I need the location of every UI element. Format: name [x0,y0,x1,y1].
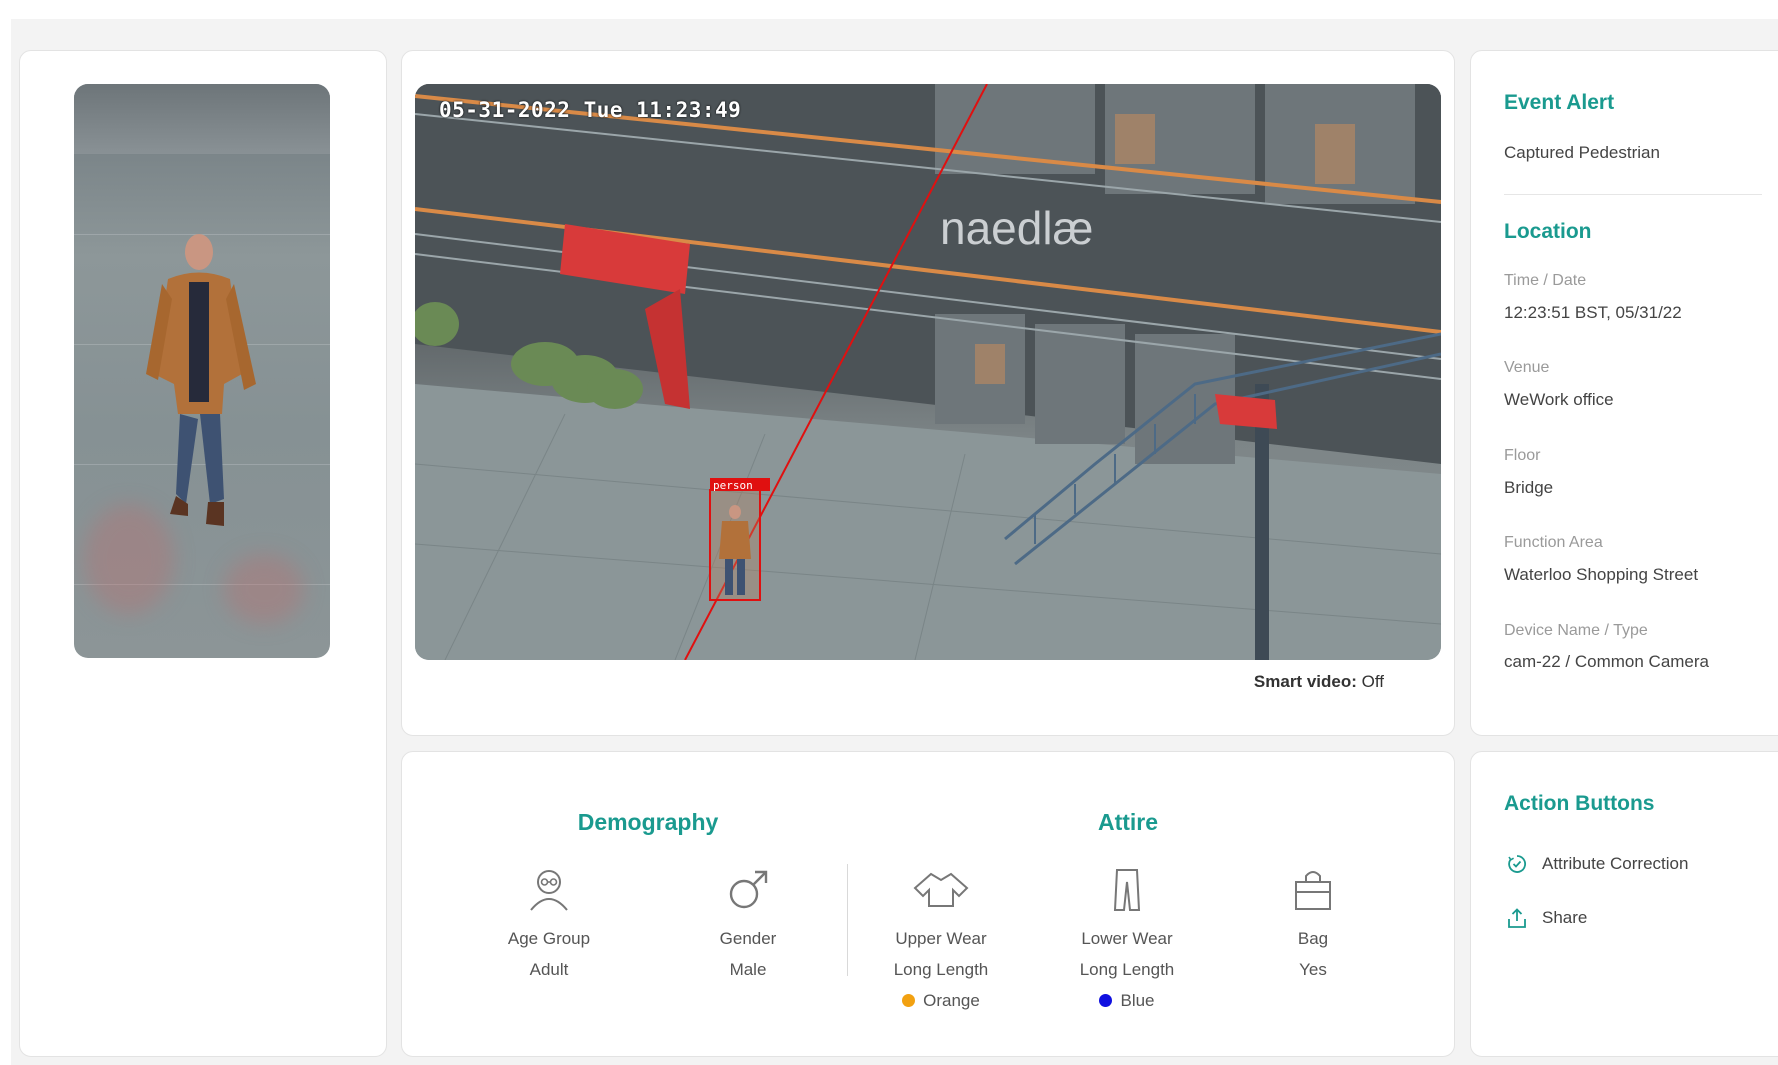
age-group-label: Age Group [507,929,591,948]
floor-label: Floor [1504,447,1541,464]
time-date-label: Time / Date [1504,272,1587,289]
smart-video-value: Off [1361,672,1384,691]
upper-wear-color: Orange [861,985,1021,1016]
person-figure-icon [146,234,256,526]
video-timestamp: 05-31-2022 Tue 11:23:49 [439,98,742,122]
bag-value: Yes [1299,960,1327,979]
attr-lower-wear: Lower Wear Long Length Blue [1047,866,1207,1016]
attr-gender: Gender Male [668,866,828,985]
device-label: Device Name / Type [1504,622,1648,639]
demography-title: Demography [577,809,719,835]
attr-bag: Bag Yes [1233,866,1393,985]
lower-wear-color-name: Blue [1120,991,1155,1010]
attr-age-group: Age Group Adult [469,866,629,985]
share-label: Share [1542,908,1588,927]
scene-illustration: naedlæ person [415,84,1441,660]
bag-label: Bag [1297,929,1329,948]
location-title: Location [1504,220,1592,243]
upper-wear-label: Upper Wear [895,929,987,948]
trousers-icon [1113,869,1141,911]
upper-wear-value: Long Length [893,960,989,979]
upper-wear-color-name: Orange [923,991,980,1010]
lower-wear-value: Long Length [1079,960,1175,979]
device-value: cam-22 / Common Camera [1504,652,1710,671]
gender-value: Male [729,960,767,979]
action-buttons-title: Action Buttons [1504,792,1655,815]
smart-video-status: Smart video: Off [1254,672,1384,692]
floor-value: Bridge [1504,478,1554,497]
lower-wear-color: Blue [1047,985,1207,1016]
share-button[interactable]: Share [1506,907,1587,929]
function-area-value: Waterloo Shopping Street [1504,565,1699,584]
attr-upper-wear: Upper Wear Long Length Orange [861,866,1021,1016]
orange-color-dot [902,993,916,1007]
event-alert-value: Captured Pedestrian [1504,143,1660,162]
store-sign-text: naedlæ [940,202,1093,254]
gender-label: Gender [719,929,777,948]
venue-value: WeWork office [1504,390,1614,409]
age-group-value: Adult [529,960,569,979]
attribute-correction-button[interactable]: Attribute Correction [1506,853,1688,875]
time-date-value: 12:23:51 BST, 05/31/22 [1504,303,1682,322]
detection-label: person [713,479,753,492]
male-icon [729,870,768,909]
share-icon [1508,908,1526,928]
details-divider [1504,194,1762,195]
lower-wear-label: Lower Wear [1081,929,1173,948]
shirt-icon [913,872,969,907]
camera-video-frame[interactable]: naedlæ person 05-31-2022 Tue 11:23:49 [415,84,1441,660]
attributes-divider [847,864,848,976]
blue-color-dot [1099,993,1113,1007]
function-area-label: Function Area [1504,534,1603,551]
attire-title: Attire [1097,809,1159,835]
smart-video-label: Smart video: [1253,672,1357,691]
age-group-icon [530,870,568,911]
venue-label: Venue [1504,359,1550,376]
person-crop-image[interactable] [74,84,330,658]
attribute-correction-label: Attribute Correction [1542,854,1689,873]
check-circle-icon [1508,855,1526,873]
bag-icon [1295,871,1331,910]
event-alert-title: Event Alert [1504,91,1615,114]
